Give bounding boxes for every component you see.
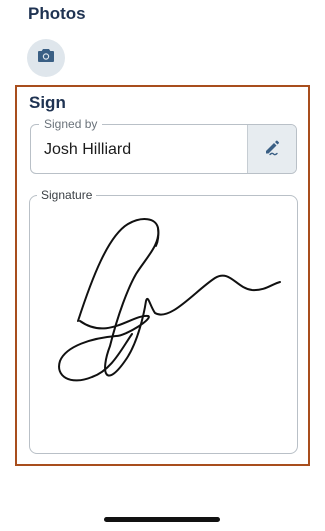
page: Photos Sign Signed by Josh Hilliard Sign… [0, 0, 325, 531]
sign-section: Sign Signed by Josh Hilliard Signature [15, 85, 310, 466]
signature-drawing [58, 218, 281, 382]
edit-signer-button[interactable] [247, 125, 296, 173]
signed-by-field[interactable]: Signed by Josh Hilliard [30, 117, 297, 174]
add-photo-button[interactable] [27, 39, 65, 77]
camera-icon [37, 48, 55, 68]
photos-heading: Photos [28, 4, 86, 23]
signature-pad[interactable]: Signature [29, 188, 298, 454]
pen-sign-icon [262, 137, 282, 162]
sign-heading: Sign [29, 93, 66, 112]
home-indicator[interactable] [104, 517, 220, 522]
signed-by-value: Josh Hilliard [44, 141, 132, 158]
signed-by-label: Signed by [39, 117, 103, 131]
